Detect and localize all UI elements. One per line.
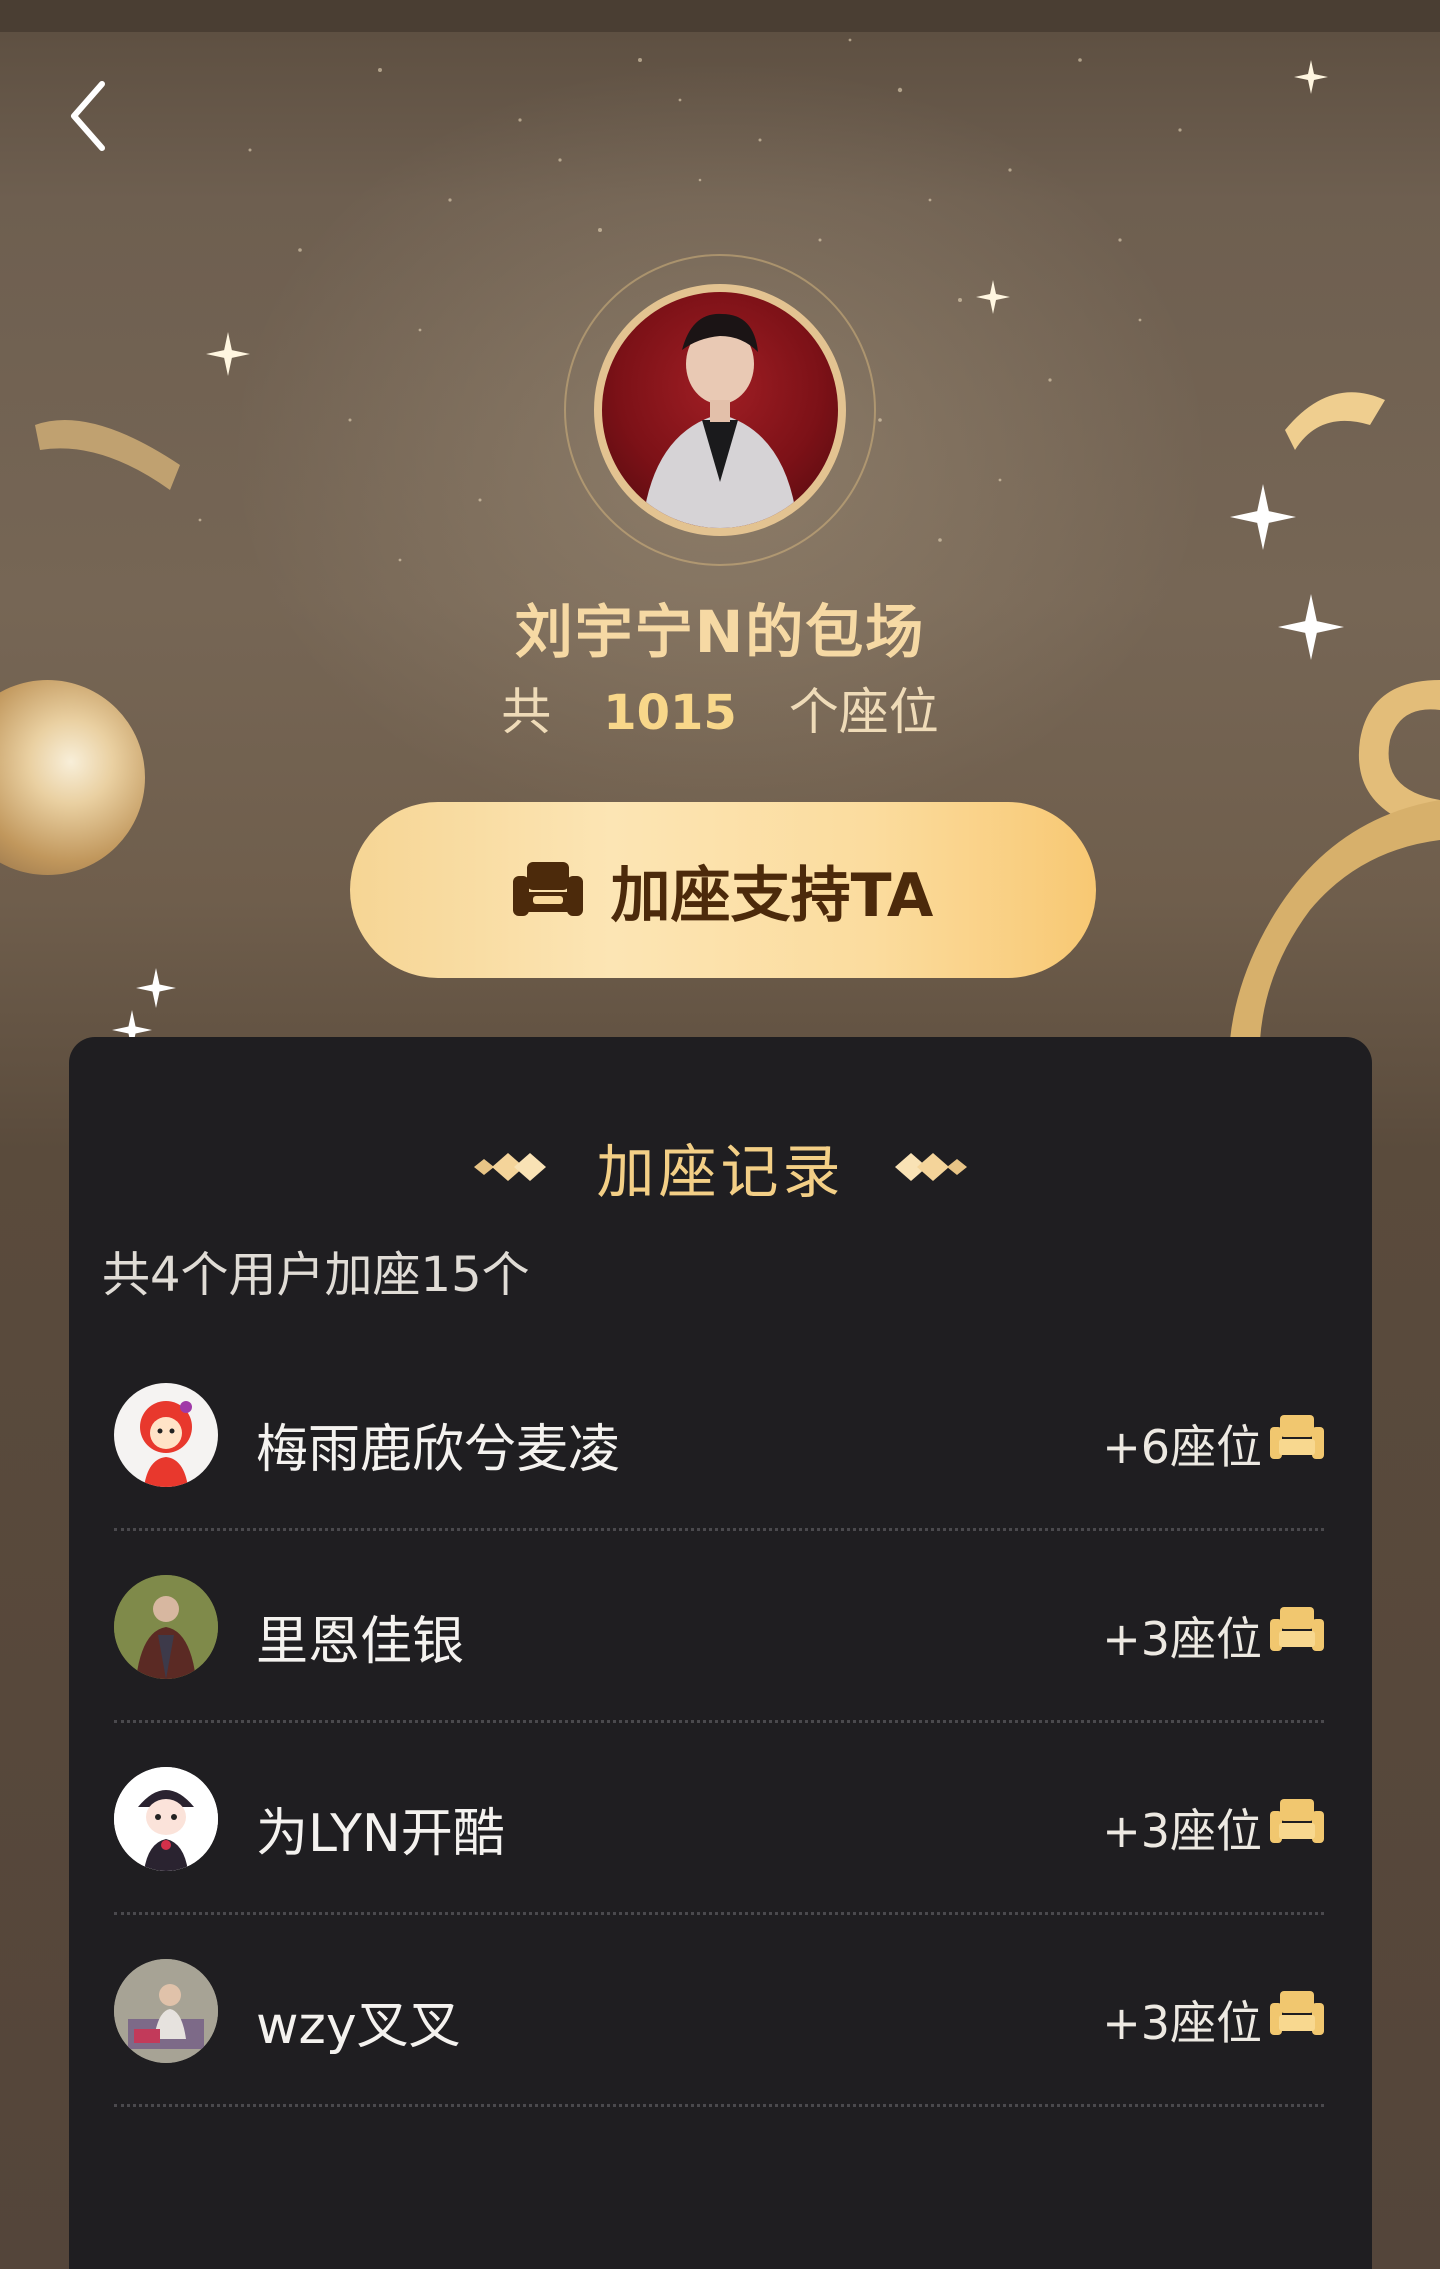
photo-avatar-icon — [114, 1575, 218, 1679]
diamond-ornament-icon — [474, 1153, 547, 1181]
seat-added-count: +3座位 — [1102, 1804, 1262, 1858]
seat-added-count: +6座位 — [1102, 1420, 1262, 1474]
sofa-icon — [1270, 1607, 1324, 1651]
seat-added-count: +3座位 — [1102, 1612, 1262, 1666]
back-button[interactable] — [58, 76, 118, 156]
user-avatar[interactable] — [114, 1767, 218, 1871]
sparkle-icon — [976, 280, 1010, 314]
seat-count: 共 1015 个座位 — [0, 672, 1440, 744]
person-icon — [642, 313, 798, 528]
sofa-icon — [1270, 1415, 1324, 1459]
sofa-icon — [1270, 1799, 1324, 1843]
page-title: 刘宇宁N的包场 — [514, 598, 926, 666]
sparkle-icon — [1294, 60, 1328, 94]
user-name: 里恩佳银 — [256, 1612, 465, 1672]
seat-records-card: 加座记录 共4个用户加座15个 梅雨鹿欣兮麦凌 +6座位 里恩佳银 +3座位 为… — [69, 1037, 1372, 2269]
sofa-icon — [1270, 1991, 1324, 2035]
records-summary: 共4个用户加座15个 — [102, 1247, 530, 1303]
user-avatar[interactable] — [114, 1959, 218, 2063]
sofa-icon — [512, 862, 583, 916]
record-row[interactable]: wzy叉叉 +3座位 — [114, 1915, 1324, 2107]
cartoon-avatar-icon — [140, 1401, 192, 1487]
back-chevron-icon — [71, 81, 105, 151]
user-name: 梅雨鹿欣兮麦凌 — [256, 1420, 621, 1480]
records-title: 加座记录 — [596, 1138, 845, 1206]
ribbon-decoration — [35, 420, 180, 490]
photo-avatar-icon — [114, 1959, 218, 2063]
seat-added-count: +3座位 — [1102, 1996, 1262, 2050]
user-name: wzy叉叉 — [256, 1996, 461, 2056]
page: 刘宇宁N的包场 共 1015 个座位 加座支持TA 加座记录 共4个用户加座15… — [0, 0, 1440, 2269]
host-avatar[interactable] — [594, 284, 846, 536]
user-avatar[interactable] — [114, 1383, 218, 1487]
record-row[interactable]: 梅雨鹿欣兮麦凌 +6座位 — [114, 1339, 1324, 1531]
user-avatar[interactable] — [114, 1575, 218, 1679]
add-seat-support-label: 加座支持TA — [610, 860, 934, 931]
records-header: 加座记录 — [69, 1127, 1372, 1207]
sparkle-icon — [206, 332, 250, 376]
sparkle-icon — [136, 968, 176, 1008]
user-name: 为LYN开酷 — [256, 1804, 505, 1864]
record-row[interactable]: 里恩佳银 +3座位 — [114, 1531, 1324, 1723]
cartoon-avatar-icon — [114, 1767, 218, 1871]
seat-suffix: 个座位 — [788, 683, 939, 741]
diamond-ornament-icon — [894, 1153, 967, 1181]
seat-prefix: 共 — [501, 683, 552, 741]
add-seat-support-button[interactable]: 加座支持TA — [350, 802, 1096, 978]
record-row[interactable]: 为LYN开酷 +3座位 — [114, 1723, 1324, 1915]
seat-total: 1015 — [603, 685, 737, 741]
